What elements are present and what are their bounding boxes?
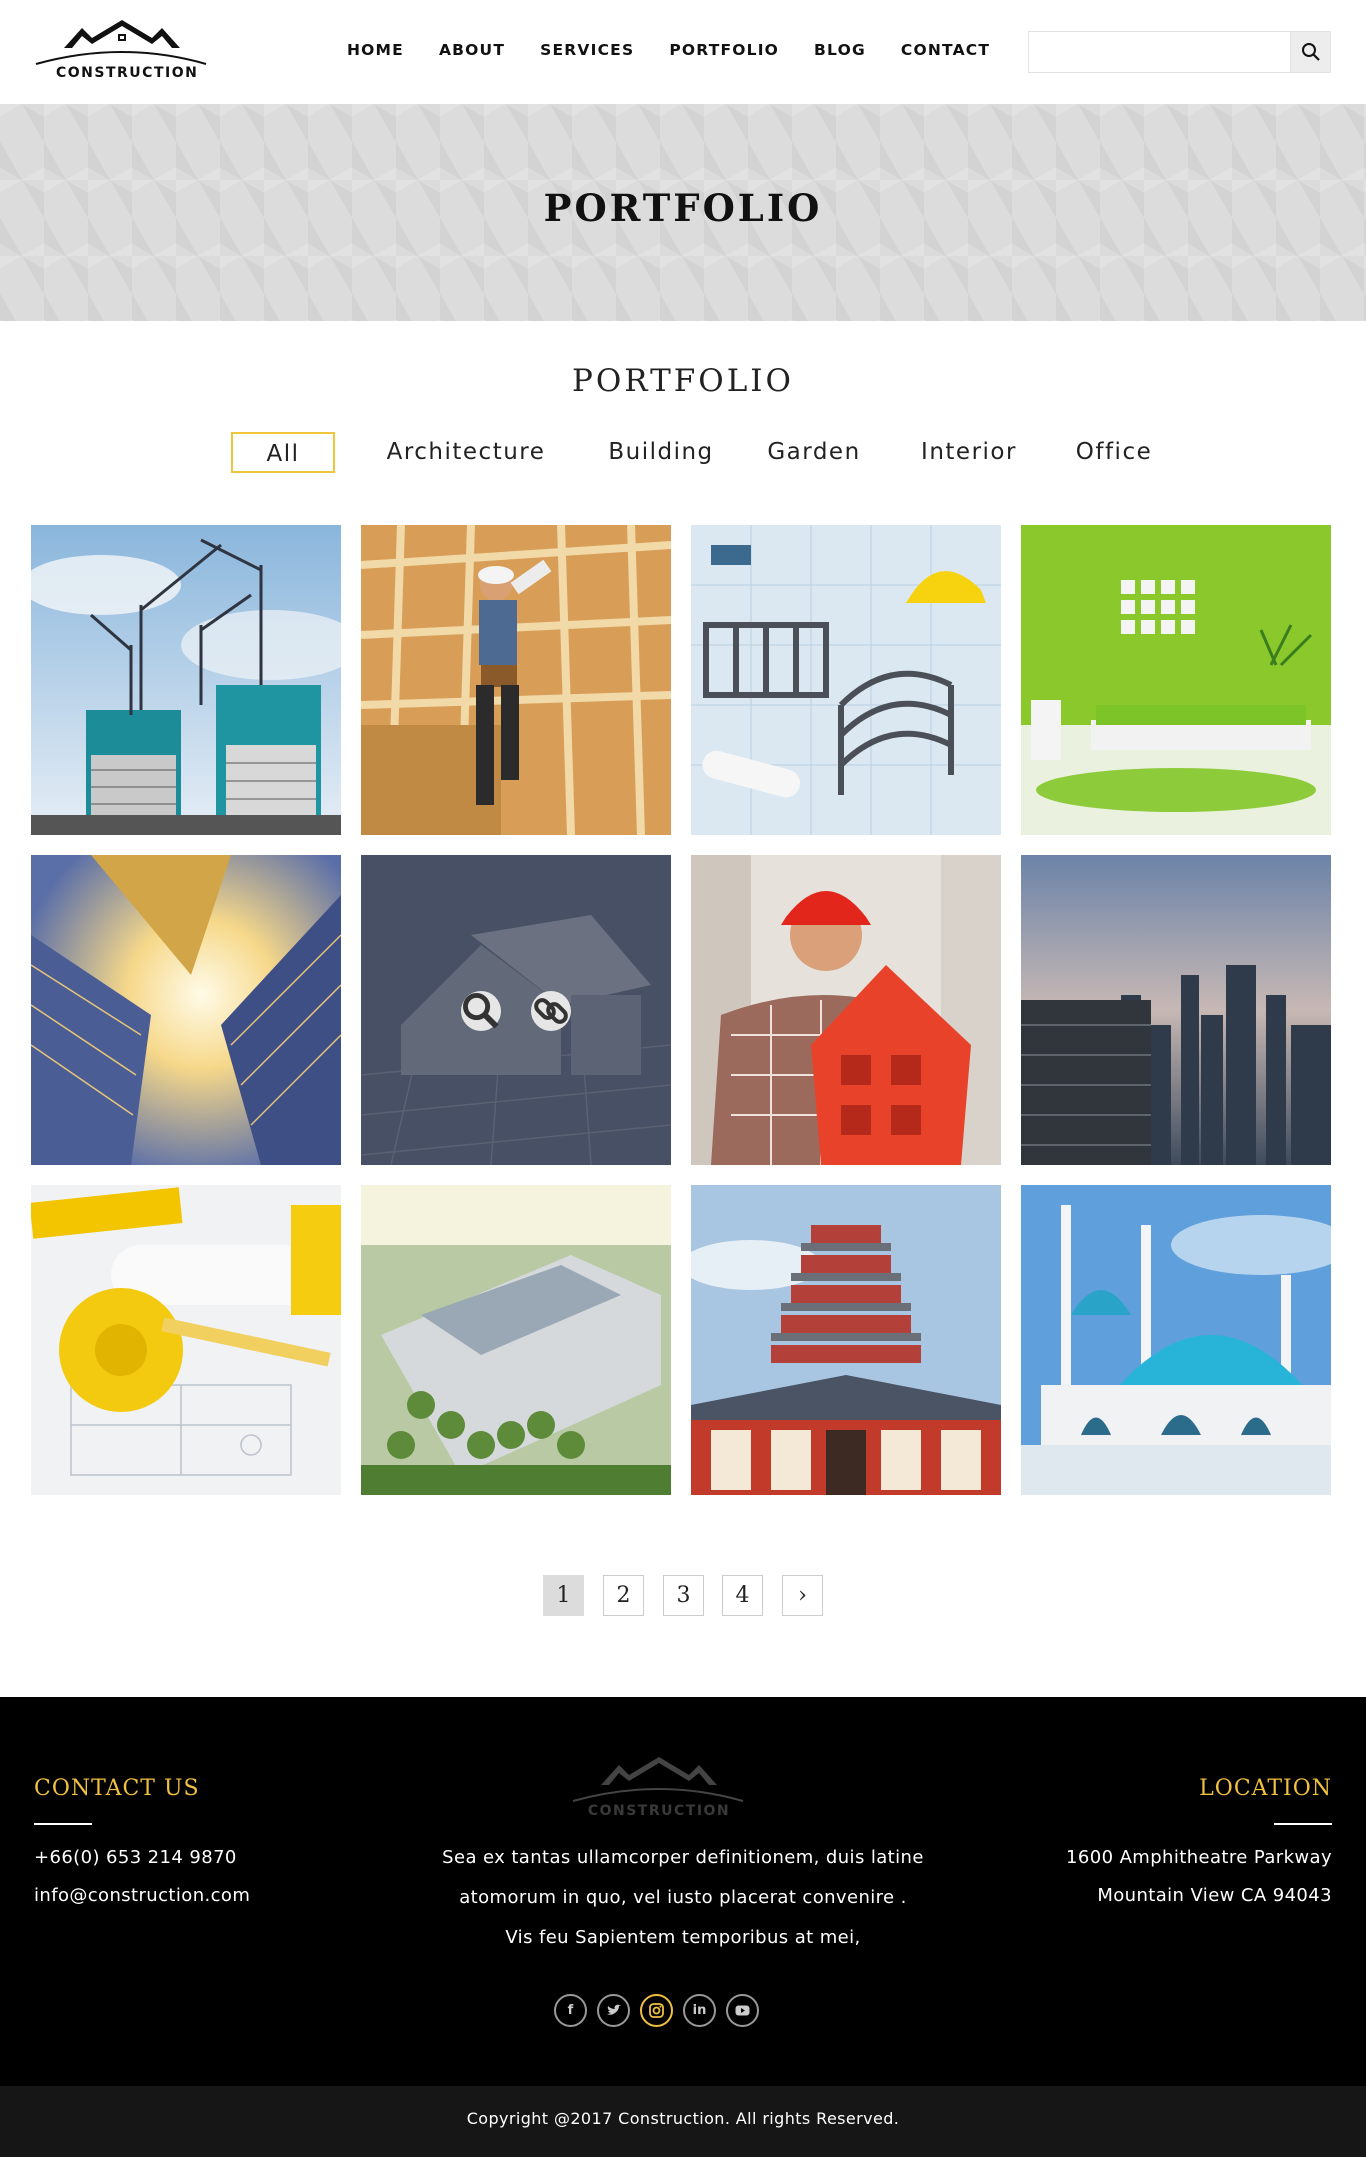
magnifier-icon bbox=[463, 993, 499, 1029]
portfolio-item-3[interactable] bbox=[691, 525, 1001, 835]
nav-blog[interactable]: BLOG bbox=[814, 41, 866, 59]
worker-timber-frame-image bbox=[361, 525, 671, 835]
site-header: CONSTRUCTION HOME ABOUT SERVICES PORTFOL… bbox=[0, 0, 1366, 104]
site-footer: CONTACT US +66(0) 653 214 9870 info@cons… bbox=[0, 1697, 1366, 2086]
logo-roof-icon bbox=[35, 20, 207, 65]
contact-phone[interactable]: +66(0) 653 214 9870 bbox=[34, 1847, 237, 1868]
portfolio-item-4[interactable] bbox=[1021, 525, 1331, 835]
portfolio-item-2[interactable] bbox=[361, 525, 671, 835]
location-line-1: 1600 Amphitheatre Parkway bbox=[1066, 1847, 1332, 1868]
portfolio-title: PORTFOLIO bbox=[572, 363, 794, 399]
pagoda-image bbox=[691, 1185, 1001, 1495]
page-4-button[interactable]: 4 bbox=[722, 1575, 763, 1616]
linkedin-icon[interactable]: in bbox=[683, 1994, 716, 2027]
filter-office[interactable]: Office bbox=[1054, 432, 1174, 473]
main-nav: HOME ABOUT SERVICES PORTFOLIO BLOG CONTA… bbox=[347, 41, 1025, 59]
mosque-image bbox=[1021, 1185, 1331, 1495]
location-underline bbox=[1274, 1823, 1332, 1825]
search-icon bbox=[1301, 43, 1320, 61]
portfolio-item-11[interactable] bbox=[691, 1185, 1001, 1495]
contact-heading: CONTACT US bbox=[34, 1776, 200, 1801]
contact-email[interactable]: info@construction.com bbox=[34, 1885, 250, 1906]
nav-home[interactable]: HOME bbox=[347, 41, 404, 59]
facebook-icon[interactable]: f bbox=[554, 1994, 587, 2027]
nav-services[interactable]: SERVICES bbox=[540, 41, 634, 59]
twitter-icon[interactable] bbox=[597, 1994, 630, 2027]
footer-about-line-2: atomorum in quo, vel iusto placerat conv… bbox=[459, 1887, 907, 1908]
page-1-button[interactable]: 1 bbox=[543, 1575, 584, 1616]
portfolio-item-5[interactable] bbox=[31, 855, 341, 1165]
footer-logo-text: CONSTRUCTION bbox=[587, 1803, 731, 1819]
site-logo[interactable]: CONSTRUCTION bbox=[34, 18, 210, 88]
portfolio-item-7[interactable] bbox=[691, 855, 1001, 1165]
portfolio-item-6[interactable] bbox=[361, 855, 671, 1165]
logo-text: CONSTRUCTION bbox=[56, 65, 199, 81]
portfolio-item-1[interactable] bbox=[31, 525, 341, 835]
search-input[interactable] bbox=[1029, 32, 1291, 72]
location-line-2: Mountain View CA 94043 bbox=[1097, 1885, 1332, 1906]
tape-measure-blueprint-image bbox=[31, 1185, 341, 1495]
nav-about[interactable]: ABOUT bbox=[439, 41, 505, 59]
nav-portfolio[interactable]: PORTFOLIO bbox=[669, 41, 779, 59]
page-hero: PORTFOLIO bbox=[0, 104, 1366, 321]
next-page-button[interactable]: › bbox=[782, 1575, 823, 1616]
hover-overlay bbox=[361, 855, 671, 1165]
portfolio-item-9[interactable] bbox=[31, 1185, 341, 1495]
nav-contact[interactable]: CONTACT bbox=[901, 41, 990, 59]
link-button[interactable] bbox=[531, 991, 571, 1031]
location-heading: LOCATION bbox=[1199, 1776, 1332, 1801]
filter-garden[interactable]: Garden bbox=[759, 432, 869, 473]
page-3-button[interactable]: 3 bbox=[663, 1575, 704, 1616]
footer-about-line-1: Sea ex tantas ullamcorper definitionem, … bbox=[442, 1847, 924, 1868]
link-icon bbox=[534, 998, 568, 1024]
portfolio-item-8[interactable] bbox=[1021, 855, 1331, 1165]
filter-architecture[interactable]: Architecture bbox=[376, 432, 556, 473]
cranes-skyscraper-image bbox=[31, 525, 341, 835]
steel-frame-blueprint-image bbox=[691, 525, 1001, 835]
worker-red-house-image bbox=[691, 855, 1001, 1165]
filter-interior[interactable]: Interior bbox=[904, 432, 1034, 473]
city-skyline-image bbox=[1021, 855, 1331, 1165]
filter-all[interactable]: All bbox=[231, 432, 335, 473]
youtube-icon[interactable] bbox=[726, 1994, 759, 2027]
green-bedroom-image bbox=[1021, 525, 1331, 835]
glass-towers-sun-image bbox=[31, 855, 341, 1165]
portfolio-item-12[interactable] bbox=[1021, 1185, 1331, 1495]
instagram-icon[interactable] bbox=[640, 1994, 673, 2027]
campus-aerial-image bbox=[361, 1185, 671, 1495]
hero-title: PORTFOLIO bbox=[543, 186, 823, 230]
zoom-button[interactable] bbox=[461, 991, 501, 1031]
portfolio-item-10[interactable] bbox=[361, 1185, 671, 1495]
copyright-bar: Copyright @2017 Construction. All rights… bbox=[0, 2086, 1366, 2157]
page-2-button[interactable]: 2 bbox=[603, 1575, 644, 1616]
contact-underline bbox=[34, 1823, 92, 1825]
portfolio-grid bbox=[31, 525, 1331, 1495]
footer-about-line-3: Vis feu Sapientem temporibus at mei, bbox=[505, 1927, 861, 1948]
search-button[interactable] bbox=[1290, 32, 1330, 72]
footer-logo-icon bbox=[572, 1757, 744, 1802]
filter-building[interactable]: Building bbox=[596, 432, 726, 473]
search-box bbox=[1028, 31, 1331, 73]
